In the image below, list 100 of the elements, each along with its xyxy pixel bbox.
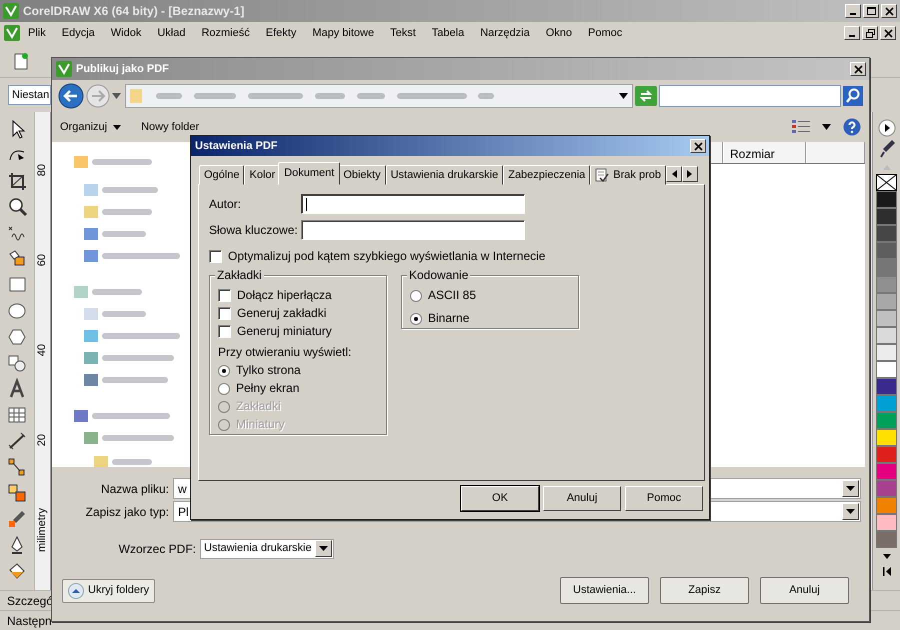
color-swatch[interactable] xyxy=(876,378,897,395)
color-swatch[interactable] xyxy=(876,412,897,429)
close-button[interactable] xyxy=(850,62,866,76)
toolbar-button[interactable]: Nowy folder xyxy=(141,118,200,136)
checkbox[interactable]: Generuj zakładki xyxy=(218,306,378,321)
minimize-button[interactable] xyxy=(845,4,861,18)
dialog-button[interactable]: Anuluj xyxy=(760,577,849,604)
search-field[interactable] xyxy=(659,85,841,107)
menu-item[interactable]: Tekst xyxy=(382,24,424,42)
color-swatch[interactable] xyxy=(876,208,897,225)
menu-item[interactable]: Pomoc xyxy=(580,24,630,42)
menu-item[interactable]: Plik xyxy=(20,24,54,42)
color-swatch[interactable] xyxy=(876,191,897,208)
dialog-button[interactable]: Pomoc xyxy=(625,486,703,511)
arrow-left-icon xyxy=(670,170,677,178)
dropdown-caret-icon[interactable] xyxy=(846,486,855,491)
new-document-icon[interactable] xyxy=(12,52,30,70)
radio-button[interactable]: Binarne xyxy=(410,311,570,326)
close-icon xyxy=(692,140,704,152)
eyedropper-icon[interactable] xyxy=(878,138,896,160)
tab[interactable]: Brak prob xyxy=(590,165,666,185)
color-swatch[interactable] xyxy=(876,276,897,293)
dialog-title: Publikuj jako PDF xyxy=(76,62,169,77)
no-color-swatch[interactable] xyxy=(876,174,897,191)
input-field[interactable] xyxy=(301,194,525,214)
minimize-button[interactable] xyxy=(844,26,860,40)
ruler-label: 80 xyxy=(37,164,48,176)
close-button[interactable] xyxy=(880,26,896,40)
dialog-button[interactable]: Ustawienia... xyxy=(560,577,649,604)
color-swatch[interactable] xyxy=(876,395,897,412)
group-title: Zakładki xyxy=(215,268,264,282)
column-header[interactable]: Rozmiar xyxy=(723,142,806,163)
checkbox[interactable]: Optymalizuj pod kątem szybkiego wyświetlania w Internecie xyxy=(209,249,694,264)
color-swatch[interactable] xyxy=(876,463,897,480)
color-swatch[interactable] xyxy=(876,225,897,242)
help-icon[interactable] xyxy=(843,118,861,136)
search-icon[interactable] xyxy=(843,86,863,106)
color-swatch[interactable] xyxy=(876,242,897,259)
menu-item[interactable]: Układ xyxy=(149,24,194,42)
color-swatch[interactable] xyxy=(876,344,897,361)
status-text: Następn xyxy=(7,612,52,630)
menu-item[interactable]: Efekty xyxy=(258,24,304,42)
color-swatch[interactable] xyxy=(876,259,897,276)
dropdown-caret-icon[interactable] xyxy=(619,93,628,99)
color-swatch[interactable] xyxy=(876,429,897,446)
field-label: Wzorzec PDF: xyxy=(118,540,197,558)
color-swatch[interactable] xyxy=(876,293,897,310)
radio-button[interactable]: Tylko strona xyxy=(218,363,378,378)
radio-button[interactable]: Pełny ekran xyxy=(218,381,378,396)
field-label: Autor: xyxy=(209,196,242,212)
color-swatch[interactable] xyxy=(876,497,897,514)
restore-button[interactable] xyxy=(862,26,878,40)
view-list-icon[interactable] xyxy=(792,120,810,134)
window-title: CorelDRAW X6 (64 bity) - [Beznazwy-1] xyxy=(23,3,244,20)
menu-item[interactable]: Mapy bitowe xyxy=(304,24,382,42)
checkbox[interactable]: Generuj miniatury xyxy=(218,324,378,339)
scroll-right-button[interactable] xyxy=(682,166,698,182)
tab[interactable]: Ogólne xyxy=(199,165,244,185)
back-button-icon[interactable] xyxy=(58,83,84,109)
refresh-icon[interactable] xyxy=(635,86,657,106)
preset-combo[interactable]: Niestan xyxy=(8,85,51,105)
color-swatch[interactable] xyxy=(876,446,897,463)
tab[interactable]: Zabezpieczenia xyxy=(503,165,590,185)
preset-dropdown[interactable]: Ustawienia drukarskie xyxy=(200,538,334,558)
dialog-button[interactable]: OK xyxy=(461,486,539,511)
menu-item[interactable]: Narzędzia xyxy=(472,24,538,42)
tab[interactable]: Ustawienia drukarskie xyxy=(386,165,504,185)
input-field[interactable] xyxy=(301,220,525,240)
menu-item[interactable]: Rozmieść xyxy=(193,24,258,42)
menu-item[interactable]: Okno xyxy=(538,24,580,42)
tab[interactable]: Dokument xyxy=(278,162,340,185)
maximize-button[interactable] xyxy=(863,4,879,18)
dropdown-caret-icon[interactable] xyxy=(846,509,855,514)
dialog-button[interactable]: Zapisz xyxy=(660,577,749,604)
tab[interactable]: Obiekty xyxy=(338,165,386,185)
dropdown-caret-icon[interactable] xyxy=(822,124,831,130)
color-swatch[interactable] xyxy=(876,310,897,327)
close-button[interactable] xyxy=(690,139,706,153)
color-swatch[interactable] xyxy=(876,361,897,378)
radio-button[interactable]: ASCII 85 xyxy=(410,288,570,303)
color-swatch[interactable] xyxy=(876,514,897,531)
menu-item[interactable]: Widok xyxy=(102,24,150,42)
ruler-label: 60 xyxy=(37,254,48,266)
menu-item[interactable]: Edycja xyxy=(54,24,103,42)
hide-folders-button[interactable]: Ukryj foldery xyxy=(62,578,156,602)
color-swatch[interactable] xyxy=(876,480,897,497)
dropdown-caret-icon[interactable] xyxy=(319,546,328,551)
color-swatch[interactable] xyxy=(876,327,897,344)
checkbox[interactable]: Dołącz hiperłącza xyxy=(218,288,378,303)
dialog-title: Ustawienia PDF xyxy=(195,138,278,154)
minimize-icon xyxy=(848,34,856,38)
tab[interactable]: Kolor xyxy=(244,165,280,185)
expand-icon[interactable] xyxy=(876,118,896,138)
close-button[interactable] xyxy=(881,4,897,18)
menu-item[interactable]: Tabela xyxy=(424,24,472,42)
scroll-left-button[interactable] xyxy=(666,166,682,182)
color-swatch[interactable] xyxy=(876,531,897,548)
toolbar-button[interactable]: Organizuj xyxy=(60,118,122,136)
dialog-button[interactable]: Anuluj xyxy=(543,486,621,511)
document-logo-icon xyxy=(4,25,20,41)
